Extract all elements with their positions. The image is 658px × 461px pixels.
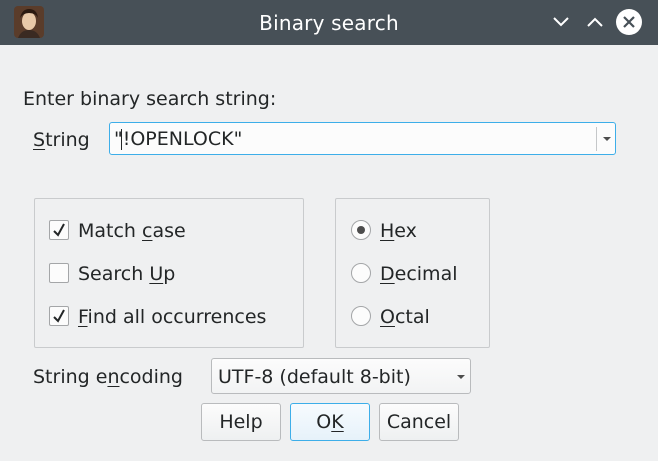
decimal-text: ecimal [394,263,458,285]
match-case-checkbox[interactable] [49,220,69,240]
search-up-text: Search [78,263,150,285]
match-case-text: Match [78,220,143,242]
text-cursor [121,129,122,150]
cancel-button[interactable]: Cancel [379,403,459,441]
chevron-down-icon [457,375,465,379]
string-label: String [33,129,90,151]
octal-text: ctal [394,306,430,328]
decimal-mnemonic: D [380,263,395,285]
search-up-checkbox[interactable] [49,263,69,283]
dropdown-arrow-icon[interactable] [603,137,611,141]
combo-separator [596,127,597,151]
octal-mnemonic: O [380,306,395,328]
encoding-select[interactable]: UTF-8 (default 8-bit) [211,358,471,394]
string-label-mnemonic: S [33,129,46,151]
ok-text: O [316,411,332,433]
ok-button[interactable]: OK [290,403,370,441]
encoding-label-rest: coding [119,366,183,388]
minimize-icon[interactable] [548,9,574,35]
search-up-text-rest: p [163,263,176,285]
find-all-mnemonic: F [78,306,88,328]
match-case-text-rest: ase [152,220,186,242]
close-icon[interactable] [616,9,642,35]
encoding-label-text: String e [33,366,108,388]
hex-radio[interactable] [351,220,371,240]
search-string-combobox[interactable]: "!OPENLOCK" [109,122,616,155]
find-all-label[interactable]: Find all occurrences [78,306,266,328]
encoding-label-mnemonic: n [107,366,120,388]
hex-label[interactable]: Hex [380,220,417,242]
search-string-input[interactable]: "!OPENLOCK" [114,128,242,150]
encoding-label: String encoding [33,366,183,388]
radio-selected-dot [357,226,365,234]
decimal-label[interactable]: Decimal [380,263,458,285]
ok-mnemonic: K [331,411,344,433]
search-up-mnemonic: U [149,263,164,285]
search-up-label[interactable]: Search Up [78,263,175,285]
string-label-rest: tring [45,129,90,151]
find-all-text: ind all occurrences [87,306,267,328]
octal-radio[interactable] [351,306,371,326]
help-button[interactable]: Help [201,403,281,441]
title-bar[interactable]: Binary search [0,0,658,45]
decimal-radio[interactable] [351,263,371,283]
octal-label[interactable]: Octal [380,306,430,328]
match-case-mnemonic: c [142,220,153,242]
encoding-selected-value: UTF-8 (default 8-bit) [218,366,411,388]
maximize-icon[interactable] [582,9,608,35]
match-case-label[interactable]: Match case [78,220,186,242]
hex-mnemonic: H [380,220,395,242]
search-prompt: Enter binary search string: [23,88,277,110]
hex-text: ex [394,220,417,242]
find-all-checkbox[interactable] [49,306,69,326]
